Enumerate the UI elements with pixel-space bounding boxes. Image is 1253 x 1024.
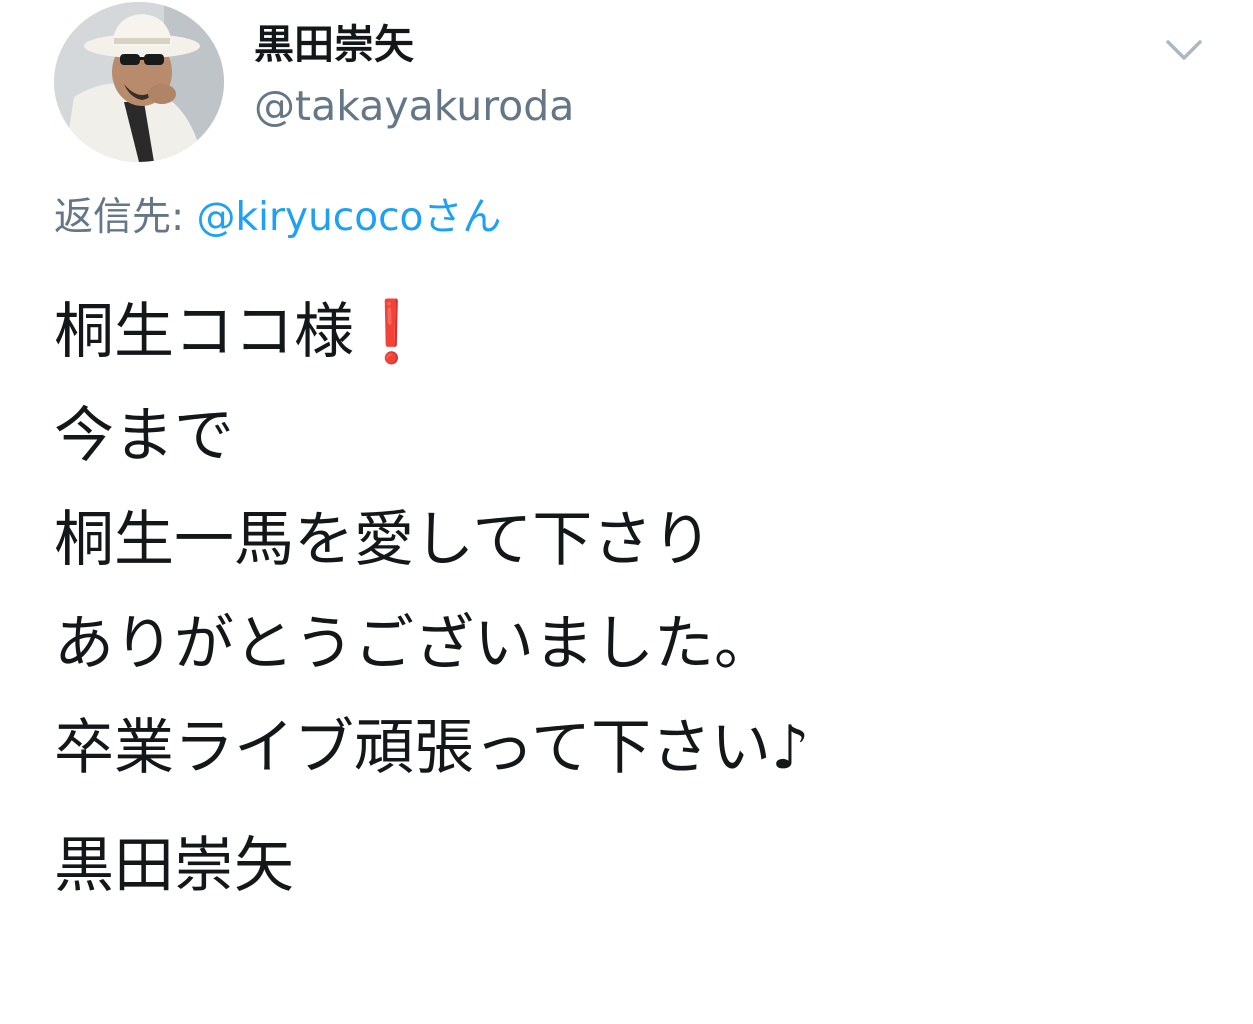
reply-mention-link[interactable]: @kiryucocoさん bbox=[197, 195, 502, 240]
reply-prefix: 返信先: bbox=[54, 195, 197, 240]
user-photo-icon bbox=[54, 2, 224, 162]
tweet-line-1: 桐生ココ様❗ bbox=[54, 280, 1204, 384]
tweet-signature: 黒田崇矢 bbox=[54, 831, 294, 901]
exclamation-emoji: ❗ bbox=[354, 297, 429, 367]
reply-context: 返信先: @kiryucocoさん bbox=[54, 192, 501, 244]
avatar[interactable] bbox=[54, 2, 224, 162]
tweet-line-4: ありがとうございました。 bbox=[54, 609, 774, 679]
tweet-line-1-text: 桐生ココ様 bbox=[54, 297, 354, 367]
display-name[interactable]: 黒田崇矢 bbox=[254, 20, 414, 70]
tweet-line-3: 桐生一馬を愛して下さり bbox=[54, 505, 713, 575]
user-handle[interactable]: @takayakuroda bbox=[254, 80, 574, 132]
tweet-line-5: 卒業ライブ頑張って下さい♪ bbox=[54, 713, 810, 783]
chevron-down-icon bbox=[1166, 40, 1202, 60]
more-options-button[interactable] bbox=[1160, 32, 1208, 68]
tweet-line-2: 今まで bbox=[54, 401, 234, 471]
tweet-text: 桐生ココ様❗ 今まで 桐生一馬を愛して下さり ありがとうございました。 卒業ライ… bbox=[54, 280, 1204, 918]
